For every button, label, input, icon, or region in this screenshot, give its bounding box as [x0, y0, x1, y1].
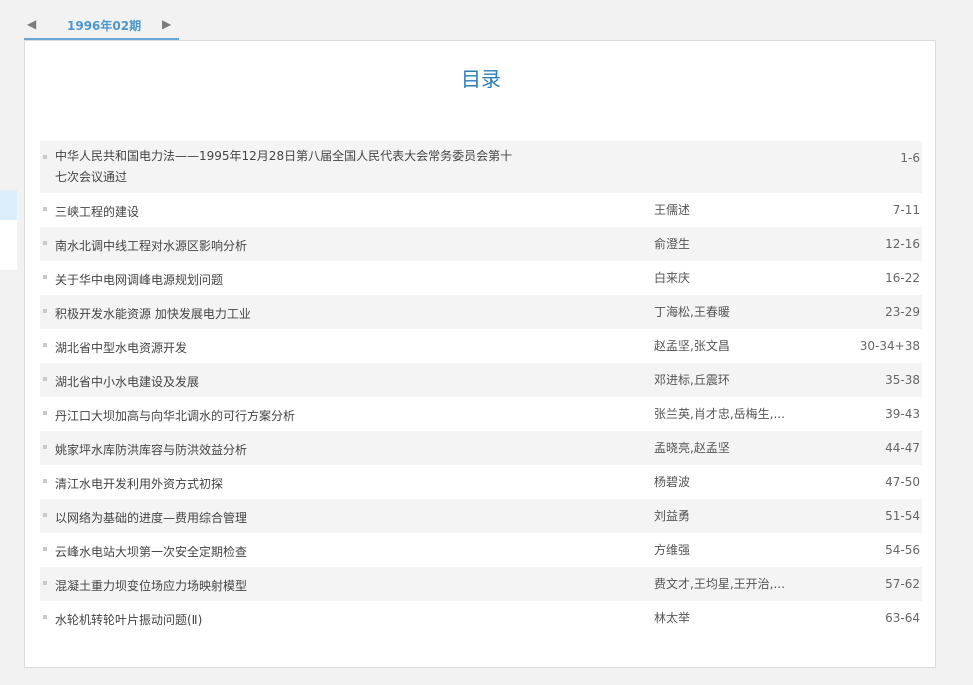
- article-title-link[interactable]: 以网络为基础的进度—费用综合管理: [55, 508, 515, 529]
- article-author: 刘益勇: [654, 509, 691, 523]
- toc-panel: 目录 中华人民共和国电力法——1995年12月28日第八届全国人民代表大会常务委…: [24, 40, 936, 668]
- article-pages: 23-29: [885, 305, 920, 319]
- bullet-icon: [43, 445, 47, 449]
- toc-row: 南水北调中线工程对水源区影响分析 俞澄生 12-16: [40, 227, 922, 261]
- article-pages: 1-6: [900, 151, 920, 165]
- article-pages: 63-64: [885, 611, 920, 625]
- article-title-link[interactable]: 混凝土重力坝变位场应力场映射模型: [55, 576, 515, 597]
- article-author: 费文才,王均星,王开治,...: [654, 577, 785, 591]
- article-author: 王儒述: [654, 203, 691, 217]
- toc-row: 姚家坪水库防洪库容与防洪效益分析 孟晓亮,赵孟坚 44-47: [40, 431, 922, 465]
- article-author: 丁海松,王春暖: [654, 305, 730, 319]
- issue-tab[interactable]: 1996年02期: [67, 17, 141, 34]
- toc-row: 湖北省中型水电资源开发 赵孟坚,张文昌 30-34+38: [40, 329, 922, 363]
- toc-row: 中华人民共和国电力法——1995年12月28日第八届全国人民代表大会常务委员会第…: [40, 141, 922, 193]
- article-title-link[interactable]: 丹江口大坝加高与向华北调水的可行方案分析: [55, 406, 515, 427]
- article-pages: 39-43: [885, 407, 920, 421]
- article-title-link[interactable]: 云峰水电站大坝第一次安全定期检查: [55, 542, 515, 563]
- article-pages: 16-22: [885, 271, 920, 285]
- article-author: 邓进标,丘震环: [654, 373, 730, 387]
- article-title-link[interactable]: 清江水电开发利用外资方式初探: [55, 474, 515, 495]
- bullet-icon: [43, 615, 47, 619]
- article-title-link[interactable]: 水轮机转轮叶片振动问题(Ⅱ): [55, 610, 515, 631]
- article-title-link[interactable]: 湖北省中型水电资源开发: [55, 338, 515, 359]
- issue-navigator: ◀ 1996年02期 ▶: [24, 10, 179, 40]
- sidebar-edge-highlight: [0, 190, 17, 220]
- article-pages: 30-34+38: [859, 339, 920, 353]
- toc-row: 湖北省中小水电建设及发展 邓进标,丘震环 35-38: [40, 363, 922, 397]
- bullet-icon: [43, 479, 47, 483]
- article-title-link[interactable]: 积极开发水能资源 加快发展电力工业: [55, 304, 515, 325]
- article-author: 张兰英,肖才忠,岳梅生,...: [654, 407, 785, 421]
- previous-issue-icon[interactable]: ◀: [27, 17, 36, 31]
- bullet-icon: [43, 513, 47, 517]
- sidebar-edge: [0, 220, 17, 270]
- bullet-icon: [43, 377, 47, 381]
- article-author: 杨碧波: [654, 475, 691, 489]
- article-author: 孟晓亮,赵孟坚: [654, 441, 730, 455]
- article-pages: 44-47: [885, 441, 920, 455]
- toc-title: 目录: [461, 67, 501, 91]
- toc-row: 以网络为基础的进度—费用综合管理 刘益勇 51-54: [40, 499, 922, 533]
- article-pages: 51-54: [885, 509, 920, 523]
- article-pages: 54-56: [885, 543, 920, 557]
- bullet-icon: [43, 275, 47, 279]
- article-pages: 7-11: [892, 203, 920, 217]
- toc-row: 混凝土重力坝变位场应力场映射模型 费文才,王均星,王开治,... 57-62: [40, 567, 922, 601]
- bullet-icon: [43, 155, 47, 159]
- bullet-icon: [43, 241, 47, 245]
- article-pages: 57-62: [885, 577, 920, 591]
- bullet-icon: [43, 581, 47, 585]
- bullet-icon: [43, 411, 47, 415]
- article-title-link[interactable]: 中华人民共和国电力法——1995年12月28日第八届全国人民代表大会常务委员会第…: [55, 146, 515, 188]
- article-title-link[interactable]: 姚家坪水库防洪库容与防洪效益分析: [55, 440, 515, 461]
- article-pages: 47-50: [885, 475, 920, 489]
- toc-row: 三峡工程的建设 王儒述 7-11: [40, 193, 922, 227]
- article-author: 赵孟坚,张文昌: [654, 339, 730, 353]
- toc-row: 清江水电开发利用外资方式初探 杨碧波 47-50: [40, 465, 922, 499]
- article-pages: 12-16: [885, 237, 920, 251]
- article-author: 俞澄生: [654, 237, 691, 251]
- bullet-icon: [43, 207, 47, 211]
- bullet-icon: [43, 343, 47, 347]
- article-pages: 35-38: [885, 373, 920, 387]
- toc-row: 丹江口大坝加高与向华北调水的可行方案分析 张兰英,肖才忠,岳梅生,... 39-43: [40, 397, 922, 431]
- article-title-link[interactable]: 三峡工程的建设: [55, 202, 515, 223]
- article-author: 林太举: [654, 611, 691, 625]
- article-author: 方维强: [654, 543, 691, 557]
- bullet-icon: [43, 547, 47, 551]
- article-title-link[interactable]: 关于华中电网调峰电源规划问题: [55, 270, 515, 291]
- article-author: 白来庆: [654, 271, 691, 285]
- toc-row: 积极开发水能资源 加快发展电力工业 丁海松,王春暖 23-29: [40, 295, 922, 329]
- next-issue-icon[interactable]: ▶: [162, 17, 171, 31]
- toc-row: 云峰水电站大坝第一次安全定期检查 方维强 54-56: [40, 533, 922, 567]
- article-title-link[interactable]: 湖北省中小水电建设及发展: [55, 372, 515, 393]
- article-title-link[interactable]: 南水北调中线工程对水源区影响分析: [55, 236, 515, 257]
- bullet-icon: [43, 309, 47, 313]
- toc-row: 关于华中电网调峰电源规划问题 白来庆 16-22: [40, 261, 922, 295]
- toc-list: 中华人民共和国电力法——1995年12月28日第八届全国人民代表大会常务委员会第…: [40, 141, 922, 635]
- toc-row: 水轮机转轮叶片振动问题(Ⅱ) 林太举 63-64: [40, 601, 922, 635]
